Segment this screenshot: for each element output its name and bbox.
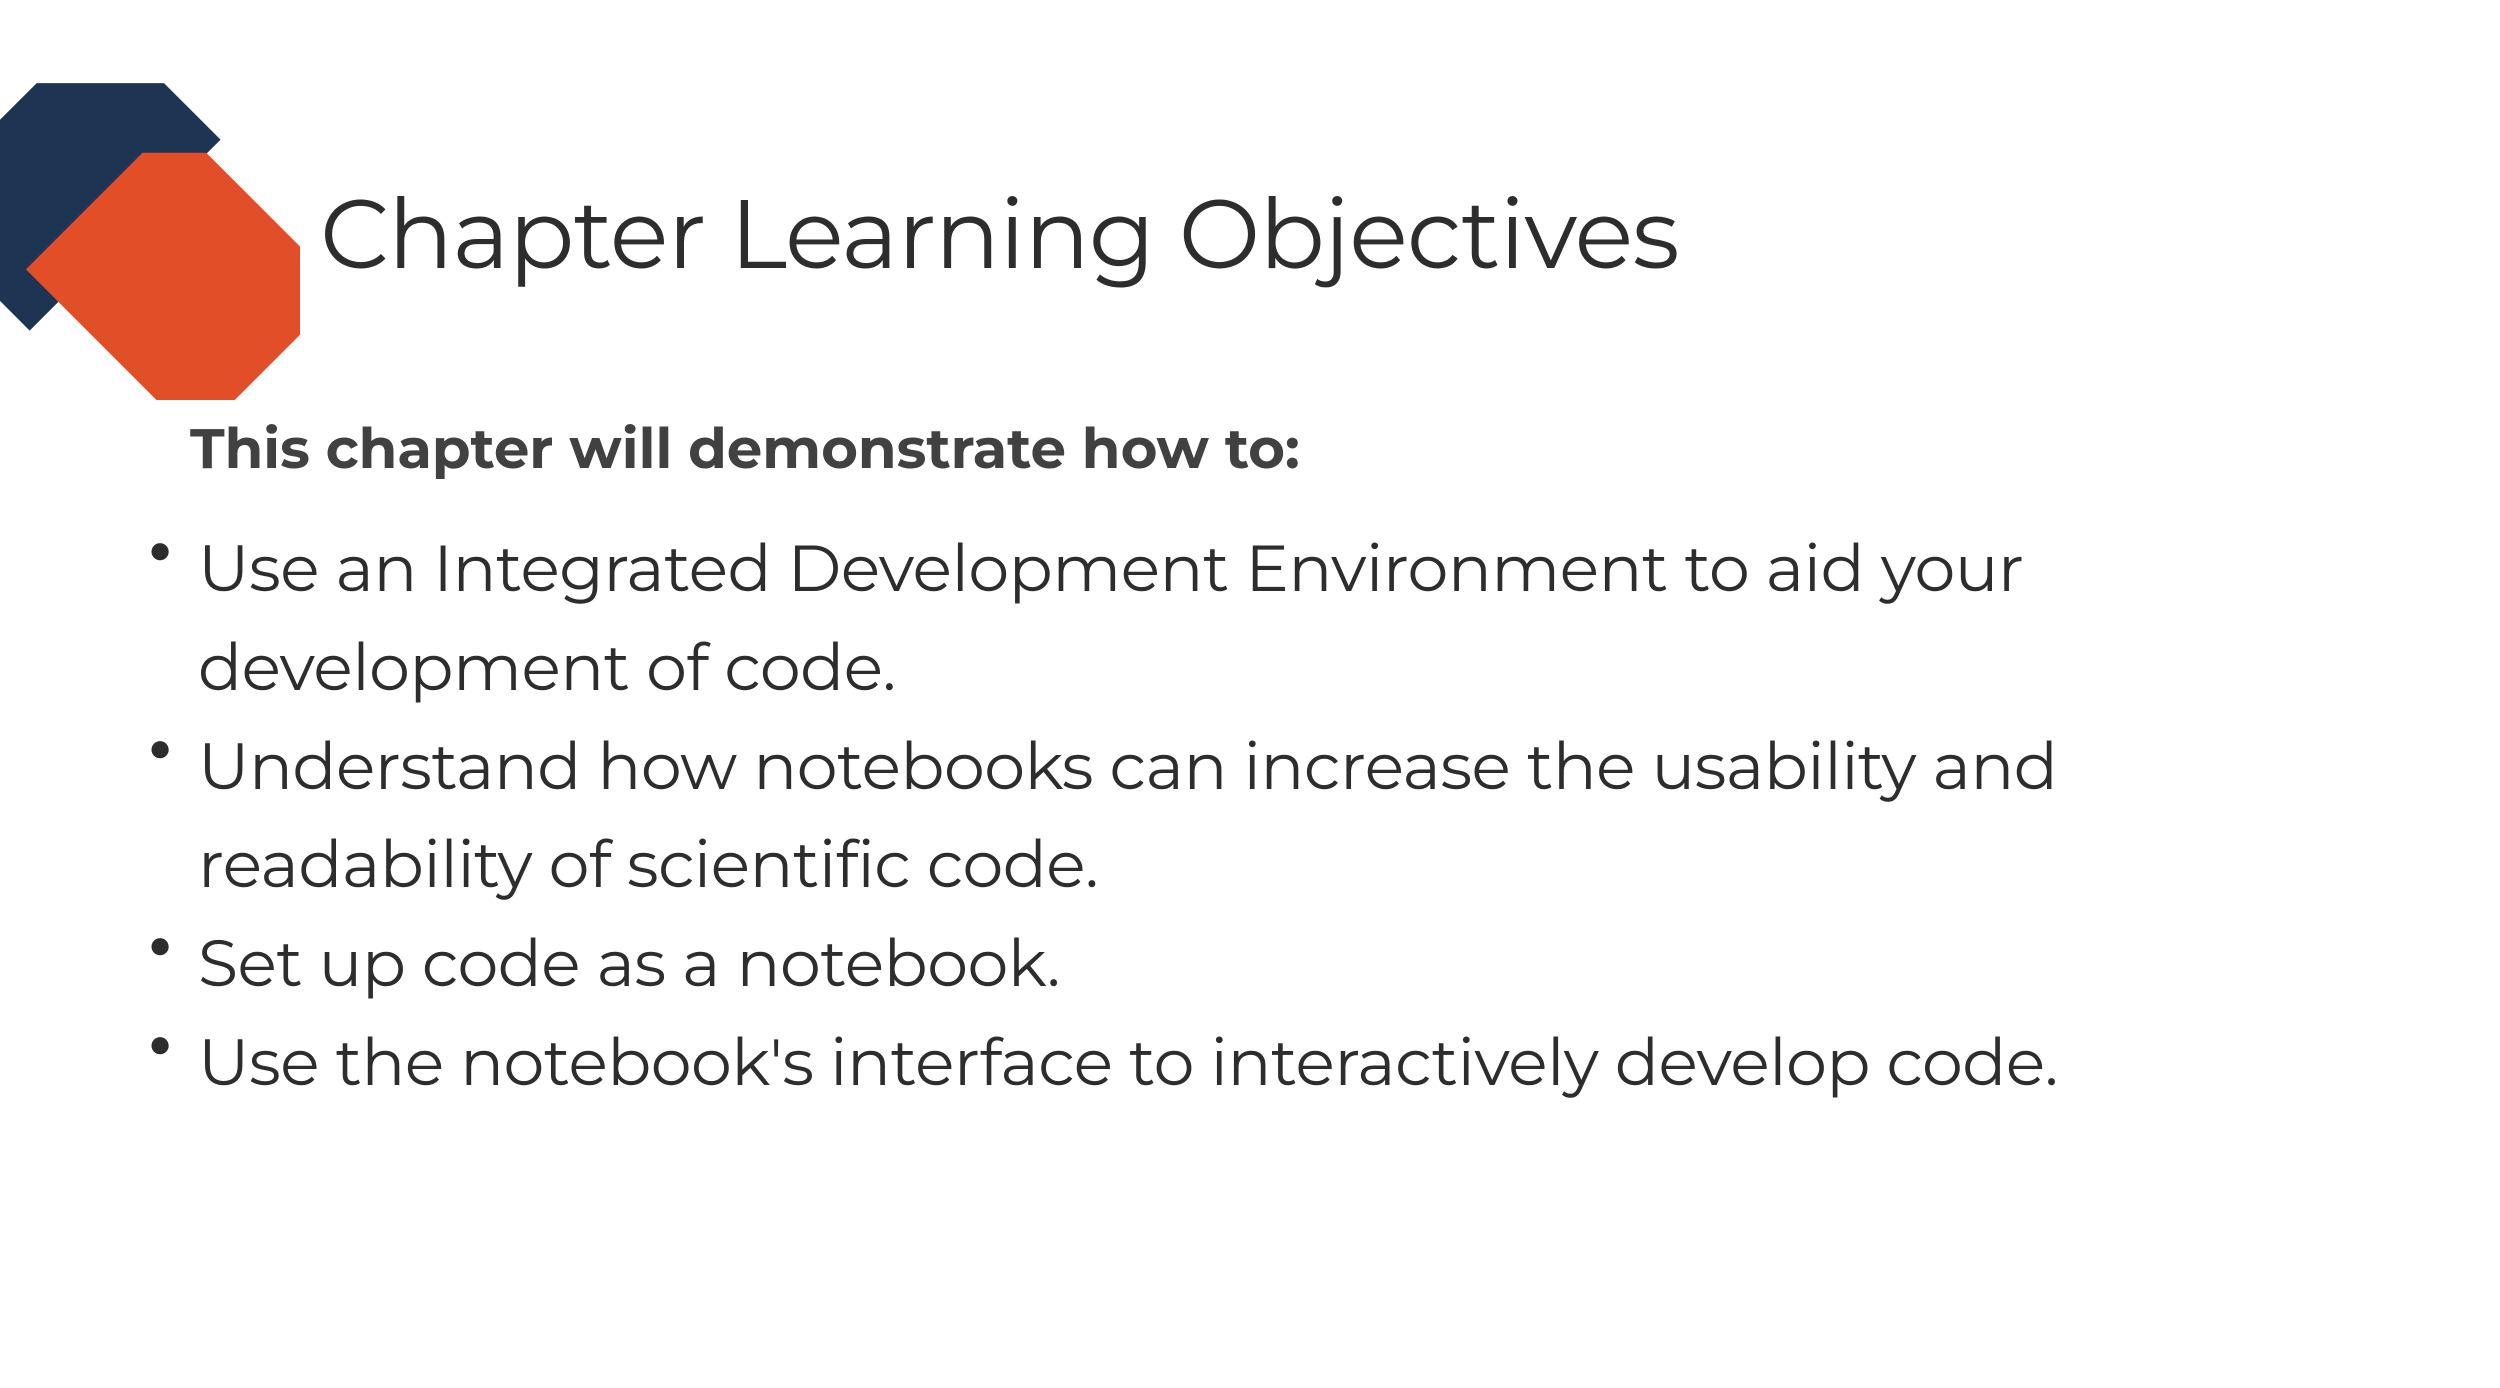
list-item: Use an Integrated Development Environmen… bbox=[138, 520, 2380, 718]
list-item: Understand how notebooks can increase th… bbox=[138, 718, 2380, 916]
page-subtitle: This chapter will demonstrate how to: bbox=[190, 415, 1300, 483]
corner-decoration-icon bbox=[0, 0, 300, 380]
page-title: Chapter Learning Objectives bbox=[320, 175, 1679, 293]
objectives-list: Use an Integrated Development Environmen… bbox=[138, 520, 2380, 1113]
list-item: Set up code as a notebook. bbox=[138, 915, 2380, 1014]
list-item: Use the notebook's interface to interact… bbox=[138, 1014, 2380, 1113]
